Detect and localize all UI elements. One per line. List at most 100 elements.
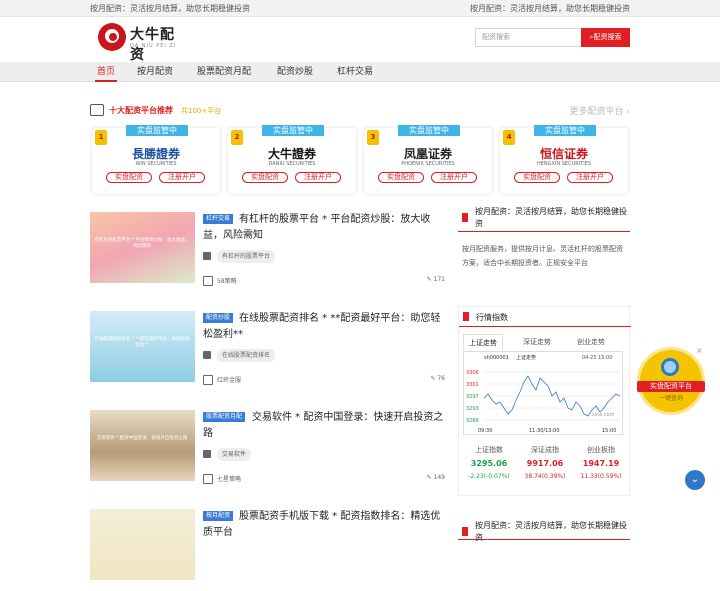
index-summary[interactable]: 上证指数 3295.06 -2.23(-0.07%) [463,443,515,489]
bookmark-icon [462,527,468,536]
top-bar-slogan-right: 按月配资：灵活按月结算，助您长期稳健投资 [470,4,630,13]
platform-card[interactable]: 2 实盘监管中 大牛證券 DANIU SECURITIES 实盘配资 注册开户 [228,125,356,194]
badge-sublabel: 一键查询 [658,395,683,402]
index-summary[interactable]: 深证成指 9917.06 38.74(0.39%) [519,443,571,489]
index-chart: sh000001 上证走势 04-25 15:00 3306 3301 3297 3293 3… [463,351,623,435]
register-button[interactable]: 注册开户 [431,172,477,183]
chart-watermark: sina.com [592,412,615,418]
article-item: 按月配资 股票配资手机版下载 * 配资指数排名：精选优质平台 [90,509,445,591]
register-button[interactable]: 注册开户 [295,172,341,183]
platform-card[interactable]: 1 实盘监管中 長勝證券 WIN SECURITIES 实盘配资 注册开户 [92,125,220,194]
real-trading-button[interactable]: 实盘配资 [514,172,560,183]
main-nav: 首页 按月配资 股票配资月配 配资炒股 杠杆交易 [0,62,720,82]
supervised-ribbon: 实盘监管中 [534,125,596,136]
bull-logo-icon [98,23,126,51]
register-button[interactable]: 注册开户 [159,172,205,183]
header: 大牛配资 DA NIU PEI ZI 配资搜索 ⌕配资搜索 [0,17,720,63]
index-name: 上证指数 [475,446,503,454]
thumbnail-caption: 有杠杆的股票平台 * 平台配资炒股：放大收益，风险需知 [94,238,190,249]
article-item: 有杠杆的股票平台 * 平台配资炒股：放大收益，风险需知 杠杆交易 有杠杆的股票平… [90,212,445,294]
market-tabs: 上证走势 深证走势 创业走势 [463,334,627,350]
real-trading-button[interactable]: 实盘配资 [106,172,152,183]
article-title[interactable]: 交易软件 * 配资中国登录：快速开启投资之路 [203,410,445,442]
nav-item-monthly[interactable]: 按月配资 [137,62,173,82]
bookmark-icon [463,312,469,321]
article-views: ✎ 149 [426,474,445,481]
platform-card[interactable]: 4 实盘监管中 恒信证券 HENGXIN SECURITIES 实盘配资 注册开… [500,125,628,194]
article-thumbnail[interactable]: 交易软件 * 配资中国登录：快速开启投资之路 [90,410,195,481]
platform-brand-en: WIN SECURITIES [135,161,177,167]
register-button[interactable]: 注册开户 [567,172,613,183]
top-bar-slogan-left: 按月配资：灵活按月结算，助您长期稳健投资 [90,4,250,13]
article-author[interactable]: 七星策略 [203,474,241,484]
sidebar-intro-header: 按月配资：灵活按月结算，助您长期稳健投资 [458,204,630,232]
search-input[interactable]: 配资搜索 [475,28,581,47]
thumbnail-caption: 在线股票配资排名 * **配资最好平台：助您轻松盈利** [94,337,190,348]
index-value: 3295.06 [470,459,508,468]
nav-item-stock-monthly[interactable]: 股票配资月配 [197,62,251,82]
market-index-panel: 行情指数 上证走势 深证走势 创业走势 sh000001 上证走势 04-25 15… [458,306,631,496]
thumbnail-caption: 交易软件 * 配资中国登录：快速开启投资之路 [96,436,188,441]
market-title: 行情指数 [476,313,508,322]
platform-brand-en: HENGXIN SECURITIES [536,161,592,167]
sidebar-intro-2-title[interactable]: 按月配资：灵活按月结算，助您长期稳健投资 [475,520,630,544]
nav-item-leverage[interactable]: 杠杆交易 [337,62,373,82]
real-trading-button[interactable]: 实盘配资 [378,172,424,183]
nav-item-trading[interactable]: 配资炒股 [277,62,313,82]
index-value: 1947.19 [582,459,620,468]
article-thumbnail[interactable]: 在线股票配资排名 * **配资最好平台：助您轻松盈利** [90,311,195,382]
more-platforms-link[interactable]: 更多配资平台 › [570,104,630,117]
tab-shenzhen[interactable]: 深证走势 [517,334,557,350]
index-change: 38.74(0.39%) [524,473,566,480]
supervised-ribbon: 实盘监管中 [398,125,460,136]
article-keyword[interactable]: 在线股票配资排名 [203,349,278,362]
badge-label: 实盘配资平台 [637,381,705,392]
sidebar-intro-2: 按月配资：灵活按月结算，助您长期稳健投资 [458,518,630,542]
sidebar-intro-title[interactable]: 按月配资：灵活按月结算，助您长期稳健投资 [475,206,630,230]
tab-chinext[interactable]: 创业走势 [571,334,611,350]
x-tick: 09:30 [478,428,492,434]
supervised-ribbon: 实盘监管中 [262,125,324,136]
article-item: 交易软件 * 配资中国登录：快速开启投资之路 股票配资月配 交易软件 * 配资中… [90,410,445,492]
scroll-down-button[interactable]: ⌄ [685,470,705,490]
chart-date: 04-25 15:00 [582,355,613,361]
x-tick: 15:00 [602,428,616,434]
chart-trend-icon [90,104,104,116]
tab-shanghai[interactable]: 上证走势 [463,334,503,350]
platform-recommendation: 十大配资平台推荐 共100+平台 更多配资平台 › 1 实盘监管中 長勝證券 W… [90,98,630,198]
index-chart-svg: sh000001 上证走势 04-25 15:00 3306 3301 3297 3293 3… [466,354,621,434]
site-logo[interactable]: 大牛配资 DA NIU PEI ZI [98,23,188,63]
article-keyword[interactable]: 交易软件 [203,448,254,461]
search-bar: 配资搜索 ⌕配资搜索 [475,28,630,47]
real-trading-button[interactable]: 实盘配资 [242,172,288,183]
article-title[interactable]: 有杠杆的股票平台 * 平台配资炒股：放大收益，风险需知 [203,212,445,244]
article-item: 在线股票配资排名 * **配资最好平台：助您轻松盈利** 配资炒股 在线股票配资… [90,311,445,393]
y-tick: 3297 [466,394,479,400]
index-summary[interactable]: 创业板指 1947.19 11.33(0.59%) [575,443,627,489]
article-thumbnail[interactable]: 有杠杆的股票平台 * 平台配资炒股：放大收益，风险需知 [90,212,195,283]
search-button[interactable]: ⌕配资搜索 [581,28,630,47]
article-author[interactable]: 红岭金服 [203,375,241,385]
index-change: -2.23(-0.07%) [468,473,510,480]
article-author[interactable]: 58策略 [203,276,237,286]
article-title[interactable]: 在线股票配资排名 * **配资最好平台：助您轻松盈利** [203,311,445,343]
rec-count: 共100+平台 [181,107,222,115]
nav-item-home[interactable]: 首页 [94,62,118,82]
chart-name: 上证走势 [516,354,536,361]
floating-query-badge[interactable]: 实盘配资平台 一键查询 × [637,346,705,414]
index-name: 创业板指 [587,446,615,454]
article-thumbnail[interactable] [90,509,195,580]
x-tick: 11:30/13:00 [529,428,560,434]
close-icon[interactable]: × [696,346,703,355]
article-views: ✎ 76 [430,375,445,382]
platform-card[interactable]: 3 实盘监管中 凤凰证券 PHOENIX SECURITIES 实盘配资 注册开… [364,125,492,194]
article-title[interactable]: 股票配资手机版下载 * 配资指数排名：精选优质平台 [203,509,445,541]
market-header: 行情指数 [459,307,631,327]
platform-brand-en: PHOENIX SECURITIES [401,161,455,167]
logo-subtext: DA NIU PEI ZI [130,43,177,49]
sidebar-intro: 按月配资：灵活按月结算，助您长期稳健投资 按月配资服务，提供按月计息、灵活杠杆的… [458,204,630,300]
index-name: 深证成指 [531,446,559,454]
sidebar-intro-body: 按月配资服务，提供按月计息、灵活杠杆的股票配资方案，适合中长期投资者。正规安全平… [462,245,623,267]
y-tick: 3289 [466,418,479,424]
article-keyword[interactable]: 有杠杆的股票平台 [203,250,278,263]
